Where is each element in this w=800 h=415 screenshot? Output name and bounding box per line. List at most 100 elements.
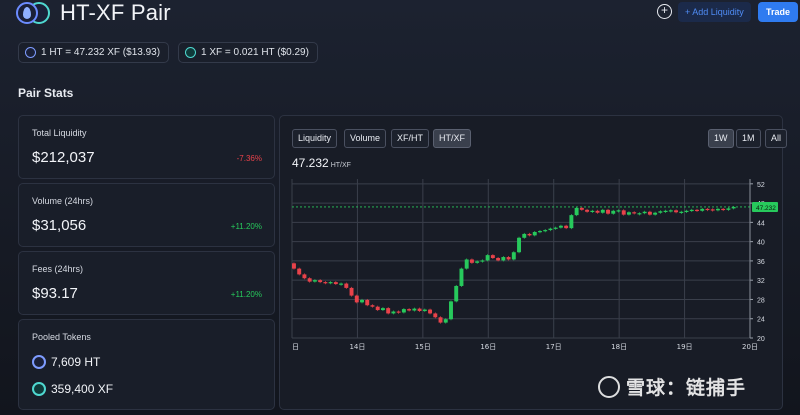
- pooled-tokens-card: Pooled Tokens 7,609 HT 359,400 XF: [18, 319, 275, 410]
- candle: [438, 317, 443, 323]
- candle: [433, 313, 438, 318]
- x-tick-label: 19日: [677, 343, 693, 351]
- candle: [538, 231, 542, 233]
- candle: [302, 274, 307, 279]
- y-tick-label: 32: [757, 278, 765, 285]
- y-tick-label: 20: [757, 336, 765, 343]
- candle: [564, 225, 569, 229]
- candle: [548, 228, 553, 231]
- candle: [616, 210, 621, 212]
- pooled-xf-value: 359,400 XF: [51, 382, 114, 396]
- candle: [684, 210, 689, 212]
- candle: [380, 308, 385, 311]
- candle: [626, 212, 631, 215]
- candle: [600, 209, 605, 213]
- candle: [705, 208, 710, 211]
- candle: [511, 252, 516, 260]
- candle: [611, 210, 616, 214]
- pair-logo-icon: [16, 2, 50, 24]
- candle: [710, 209, 715, 211]
- candle: [396, 311, 401, 313]
- candle: [485, 255, 490, 261]
- section-title: Pair Stats: [18, 86, 74, 100]
- x-tick-label: 14日: [349, 343, 365, 351]
- y-tick-label: 44: [757, 220, 765, 227]
- candle: [674, 210, 679, 213]
- candle: [370, 305, 375, 307]
- ht-token-icon: [25, 47, 36, 58]
- candle: [689, 209, 694, 212]
- candle: [553, 227, 558, 229]
- candle: [668, 210, 673, 212]
- stat-change: +11.20%: [230, 290, 262, 299]
- candle: [349, 287, 354, 296]
- candle: [328, 282, 333, 284]
- xf-rate-chip[interactable]: 1 XF = 0.021 HT ($0.29): [178, 42, 318, 63]
- candle: [647, 211, 652, 215]
- stat-value: $212,037: [32, 149, 95, 166]
- x-tick-label: 18日: [611, 343, 627, 351]
- candle: [637, 213, 642, 215]
- x-tick-label: 17日: [546, 343, 562, 351]
- candle: [506, 257, 511, 260]
- x-tick-label: 16日: [480, 343, 496, 351]
- ht-rate-chip[interactable]: 1 HT = 47.232 XF ($13.93): [18, 42, 170, 63]
- candle: [721, 208, 726, 211]
- candle: [543, 230, 548, 232]
- stat-label: Pooled Tokens: [32, 332, 91, 342]
- xf-token-icon: [185, 47, 196, 58]
- watermark-text: 雪球：链捕手: [626, 378, 747, 399]
- candle: [391, 311, 396, 314]
- stat-change: +11.20%: [230, 222, 262, 231]
- candlestick-chart[interactable]: 202428323640444852日14日15日16日17日18日19日20日…: [280, 116, 782, 409]
- candle: [558, 225, 563, 228]
- candle: [428, 309, 433, 314]
- candle: [333, 282, 338, 285]
- candle: [443, 319, 448, 323]
- y-tick-label: 52: [757, 182, 765, 189]
- trade-button[interactable]: Trade: [758, 2, 799, 22]
- add-liquidity-button[interactable]: + Add Liquidity: [678, 2, 751, 22]
- candle: [695, 209, 699, 212]
- total-liquidity-card: Total Liquidity $212,037 -7.36%: [18, 115, 275, 179]
- fees-card: Fees (24hrs) $93.17 +11.20%: [18, 251, 275, 315]
- y-tick-label: 36: [757, 259, 765, 266]
- candle: [354, 295, 359, 303]
- pooled-xf-row: 359,400 XF: [32, 382, 113, 396]
- y-tick-label: 28: [757, 297, 765, 304]
- stat-value: $93.17: [32, 285, 78, 302]
- candle: [522, 233, 527, 238]
- ht-rate-text: 1 HT = 47.232 XF ($13.93): [41, 47, 161, 58]
- candle: [407, 309, 412, 311]
- candle: [449, 301, 453, 320]
- candle: [590, 210, 595, 212]
- stat-change: -7.36%: [236, 154, 262, 163]
- stat-label: Volume (24hrs): [32, 196, 94, 206]
- candle: [642, 211, 647, 214]
- candle: [632, 212, 637, 214]
- candle: [307, 278, 312, 282]
- add-token-icon[interactable]: +: [657, 4, 672, 19]
- candle: [297, 268, 302, 275]
- y-tick-label: 24: [757, 317, 765, 324]
- candle: [292, 263, 296, 269]
- candle: [469, 259, 474, 263]
- current-price-label: 47.232: [756, 205, 776, 212]
- price-chart-card: Liquidity Volume XF/HT HT/XF 1W 1M All 4…: [279, 115, 788, 410]
- candle: [517, 237, 521, 253]
- candle: [496, 258, 501, 261]
- y-tick-label: 40: [757, 240, 765, 247]
- candle: [464, 259, 469, 269]
- candle: [569, 215, 574, 229]
- watermark: 雪球：链捕手: [598, 373, 746, 400]
- candle: [653, 212, 658, 215]
- x-tick-label: 日: [292, 343, 299, 351]
- candle: [417, 308, 422, 312]
- xf-rate-text: 1 XF = 0.021 HT ($0.29): [201, 47, 309, 58]
- candle: [532, 232, 537, 236]
- flame-icon: [23, 7, 31, 19]
- pooled-ht-value: 7,609 HT: [51, 355, 101, 369]
- candle: [679, 211, 684, 213]
- volume-card: Volume (24hrs) $31,056 +11.20%: [18, 183, 275, 247]
- candle: [318, 280, 323, 283]
